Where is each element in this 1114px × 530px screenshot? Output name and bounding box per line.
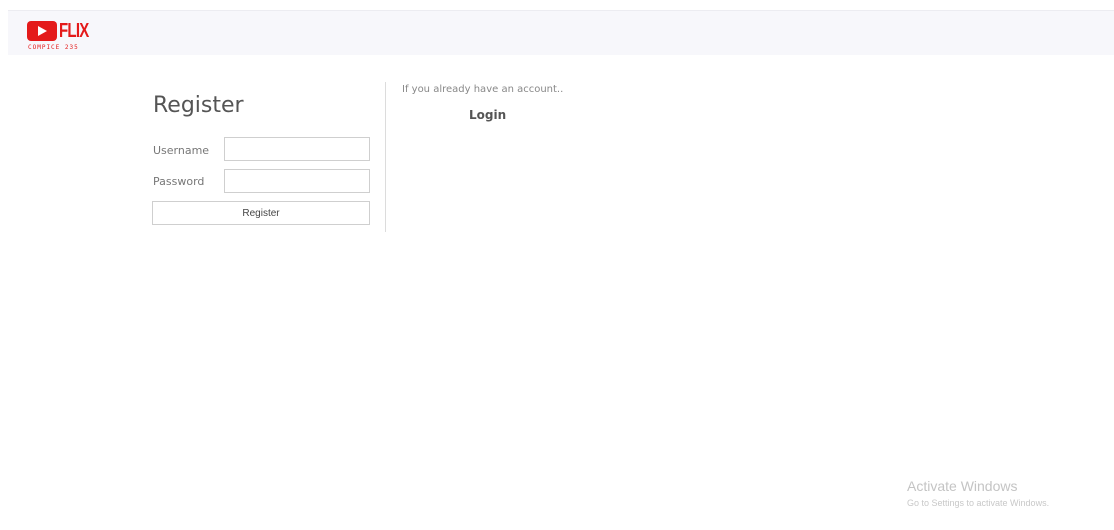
password-field[interactable] <box>224 169 370 193</box>
password-label: Password <box>153 175 205 188</box>
register-button[interactable]: Register <box>152 201 370 225</box>
activate-windows-title: Activate Windows <box>907 478 1018 494</box>
logo-wordmark: FLIX <box>59 20 89 42</box>
site-logo[interactable]: FLIX COMPICE 235 <box>27 19 89 51</box>
username-field[interactable] <box>224 137 370 161</box>
login-link[interactable]: Login <box>469 108 506 122</box>
register-title: Register <box>153 93 244 118</box>
top-navbar: FLIX COMPICE 235 <box>8 10 1114 55</box>
username-label: Username <box>153 144 210 157</box>
existing-account-note: If you already have an account.. <box>402 84 564 95</box>
play-button-icon <box>27 21 57 41</box>
vertical-divider <box>385 82 386 232</box>
logo-subtitle: COMPICE 235 <box>28 44 79 51</box>
activate-windows-subtitle: Go to Settings to activate Windows. <box>907 498 1050 508</box>
